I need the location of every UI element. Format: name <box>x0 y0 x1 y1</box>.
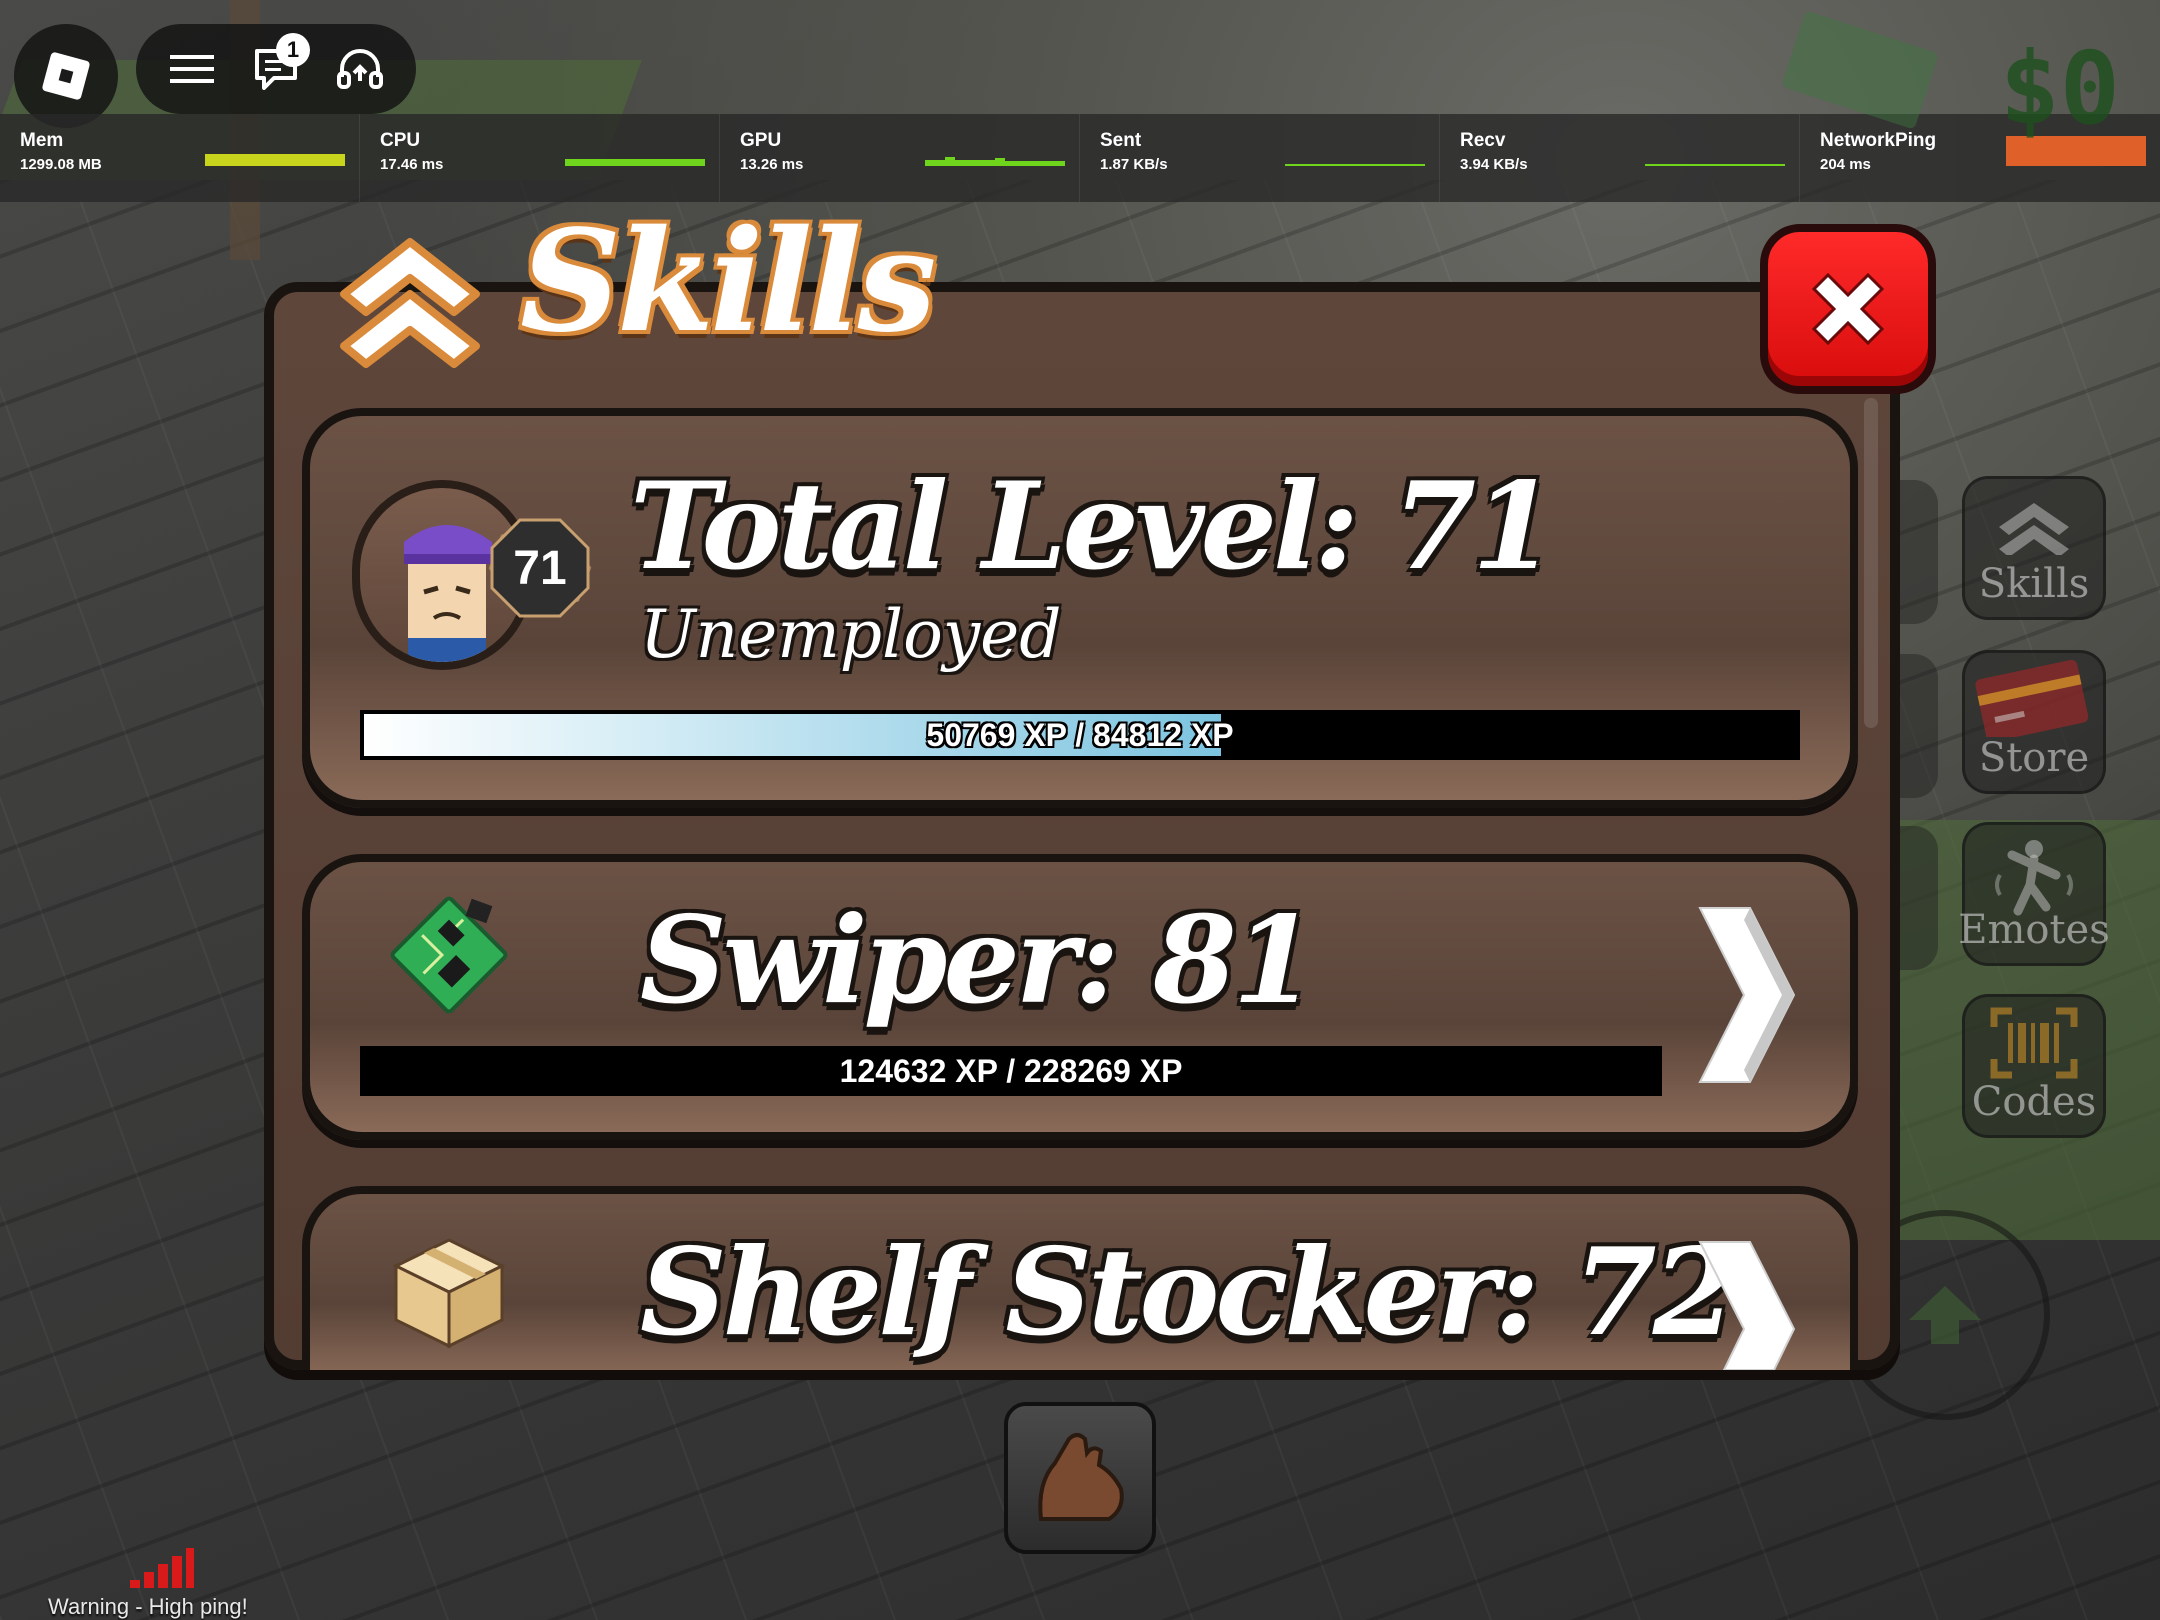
side-emotes-button[interactable]: Emotes <box>1958 822 2110 966</box>
stat-graph <box>1285 164 1425 166</box>
side-button-label: Skills <box>1978 561 2090 607</box>
stat-graph <box>205 154 345 166</box>
stat-mem: Mem 1299.08 MB <box>0 114 360 202</box>
skills-list[interactable] <box>264 282 1900 1370</box>
close-button[interactable] <box>1760 224 1936 394</box>
stat-graph <box>565 159 705 166</box>
roblox-menu-button[interactable] <box>14 24 118 128</box>
stat-label: CPU <box>380 130 421 151</box>
skill-title-shelf-stocker: Shelf Stocker: 72 <box>640 1222 1736 1363</box>
stat-value: 3.94 KB/s <box>1460 156 1528 173</box>
stat-value: 1299.08 MB <box>20 156 102 173</box>
headset-icon[interactable] <box>330 39 390 99</box>
money-display: $0 <box>1999 30 2120 147</box>
circuit-board-icon <box>390 896 508 1014</box>
chat-badge: 1 <box>276 33 310 67</box>
stat-gpu: GPU 13.26 ms <box>720 114 1080 202</box>
panel-title: Skills <box>520 200 936 364</box>
stat-graph <box>925 157 1065 166</box>
stat-label: Recv <box>1460 130 1506 151</box>
stat-value: 1.87 KB/s <box>1100 156 1168 173</box>
credit-card-icon <box>1975 659 2089 737</box>
total-xp-bar: 50769 XP / 84812 XP <box>360 710 1800 760</box>
arrow-up-icon <box>1909 1286 1981 1344</box>
flexing-arm-icon <box>1038 1433 1124 1521</box>
skills-chevrons-icon <box>340 238 480 368</box>
level-badge: 71 <box>484 512 596 624</box>
stat-recv: Recv 3.94 KB/s <box>1440 114 1800 202</box>
stat-label: GPU <box>740 130 782 151</box>
top-controls: 1 <box>136 24 416 114</box>
stat-label: Mem <box>20 130 64 151</box>
skills-scrollbar[interactable] <box>1864 398 1878 728</box>
side-skills-button[interactable]: Skills <box>1962 476 2106 620</box>
menu-icon[interactable] <box>162 39 222 99</box>
emote-wheel-button[interactable] <box>1004 1402 1156 1554</box>
skill-title-swiper: Swiper: 81 <box>640 890 1316 1031</box>
chat-icon[interactable]: 1 <box>246 33 310 99</box>
high-ping-warning: Warning - High ping! <box>48 1594 248 1619</box>
side-button-label: Codes <box>1971 1079 2097 1125</box>
roblox-logo-icon <box>41 51 91 101</box>
swiper-xp-text: 124632 XP / 228269 XP <box>839 1052 1183 1089</box>
signal-bars-icon <box>130 1548 194 1588</box>
stat-cpu: CPU 17.46 ms <box>360 114 720 202</box>
stat-graph <box>1645 164 1785 166</box>
total-xp-text: 50769 XP / 84812 XP <box>926 716 1234 753</box>
swiper-xp-bar: 124632 XP / 228269 XP <box>360 1046 1662 1096</box>
cardboard-box-icon <box>392 1238 506 1349</box>
side-store-button[interactable]: Store <box>1962 650 2106 794</box>
stat-value: 204 ms <box>1820 156 1871 173</box>
stat-value: 13.26 ms <box>740 156 804 173</box>
close-icon <box>1811 272 1885 346</box>
barcode-icon <box>1990 1007 2078 1079</box>
dancing-figure-icon <box>1995 840 2073 916</box>
chevron-right-icon[interactable] <box>1690 900 1800 1090</box>
total-level-title: Total Level: 71 <box>630 456 1556 597</box>
stat-sent: Sent 1.87 KB/s <box>1080 114 1440 202</box>
stat-label: Sent <box>1100 130 1142 151</box>
level-badge-number: 71 <box>513 541 567 595</box>
chevron-right-icon[interactable] <box>1690 1234 1800 1370</box>
side-codes-button[interactable]: Codes <box>1962 994 2106 1138</box>
chevrons-up-icon <box>1999 503 2069 555</box>
stat-value: 17.46 ms <box>380 156 444 173</box>
side-button-label: Store <box>1978 735 2090 781</box>
job-title: Unemployed <box>640 596 1062 673</box>
